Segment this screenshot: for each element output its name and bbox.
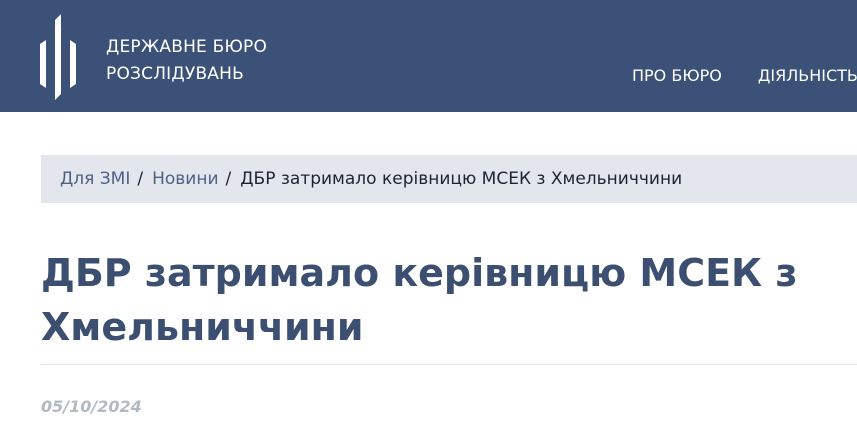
site-logo-text[interactable]: ДЕРЖАВНЕ БЮРО РОЗСЛІДУВАНЬ — [106, 34, 267, 88]
nav-item-about[interactable]: ПРО БЮРО — [632, 66, 722, 85]
breadcrumb-separator: / — [225, 169, 232, 189]
page-title: ДБР затримало керівницю МСЕК з Хмельничч… — [41, 251, 798, 349]
breadcrumb-separator: / — [137, 169, 144, 189]
breadcrumb-current: ДБР затримало керівницю МСЕК з Хмельничч… — [240, 169, 683, 189]
breadcrumb: Для ЗМІ / Новини / ДБР затримало керівни… — [41, 155, 857, 203]
dbr-logo-icon[interactable] — [40, 14, 76, 100]
breadcrumb-item-news[interactable]: Новини — [152, 169, 218, 189]
breadcrumb-item-media[interactable]: Для ЗМІ — [60, 169, 130, 189]
logo-line-1: ДЕРЖАВНЕ БЮРО — [106, 37, 268, 57]
site-header: ДЕРЖАВНЕ БЮРО РОЗСЛІДУВАНЬ ПРО БЮРО ДІЯЛ… — [0, 0, 857, 112]
publish-date: 05/10/2024 — [41, 397, 142, 416]
main-nav: ПРО БЮРО ДІЯЛЬНІСТЬ — [632, 66, 857, 85]
divider — [41, 364, 857, 365]
nav-item-activity[interactable]: ДІЯЛЬНІСТЬ — [758, 66, 857, 85]
logo-line-2: РОЗСЛІДУВАНЬ — [106, 64, 244, 84]
